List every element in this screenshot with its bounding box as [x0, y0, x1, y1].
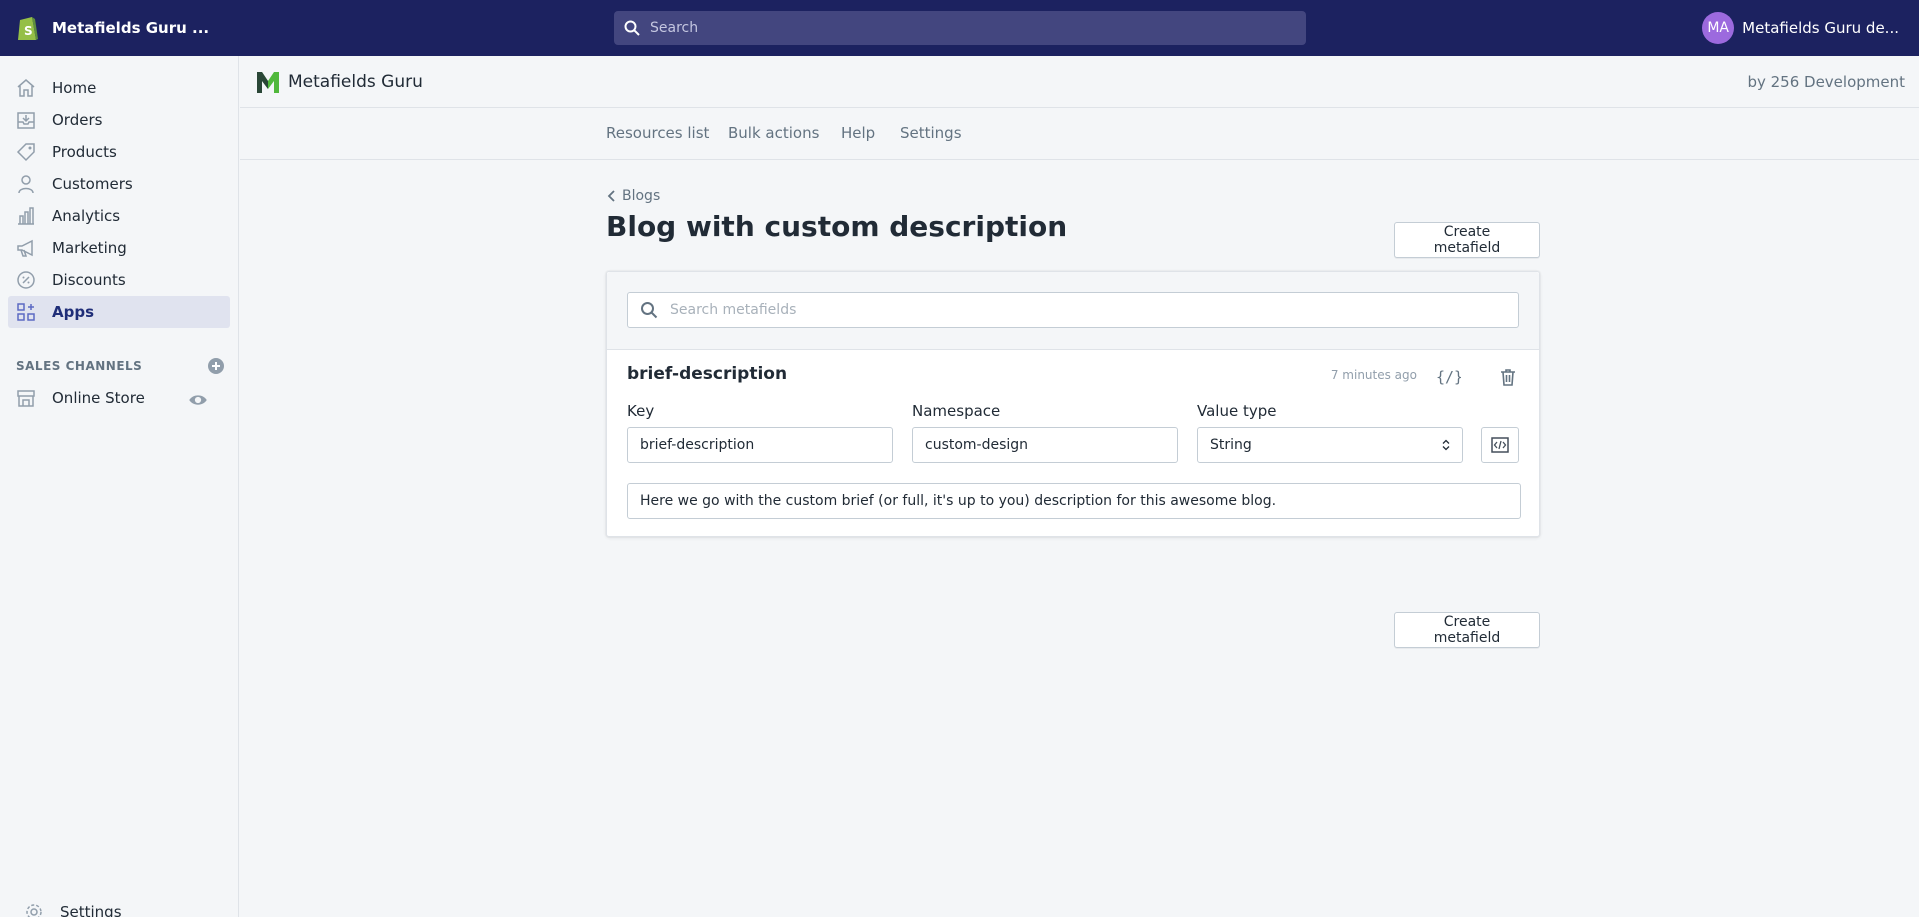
- select-arrows-icon: [1442, 439, 1450, 451]
- tag-icon: [16, 143, 35, 162]
- app-header: Metafields Guru by 256 Development: [240, 56, 1919, 108]
- svg-text:S: S: [24, 24, 33, 38]
- add-channel-icon[interactable]: [208, 358, 224, 374]
- sidebar-item-settings[interactable]: Settings: [16, 896, 239, 917]
- sidebar-item-home[interactable]: Home: [8, 72, 230, 104]
- code-braces-icon: {/}: [1436, 368, 1461, 386]
- sales-channels-heading: SALES CHANNELS: [0, 356, 238, 376]
- metafield-name: brief-description: [627, 364, 788, 384]
- svg-text:{/}: {/}: [1436, 368, 1461, 386]
- search-icon: [641, 302, 658, 319]
- sidebar-item-marketing[interactable]: Marketing: [8, 232, 230, 264]
- sidebar-item-label: Marketing: [52, 239, 127, 257]
- metafield-timestamp: 7 minutes ago: [1330, 368, 1417, 382]
- sidebar-item-label: Products: [52, 143, 117, 161]
- namespace-label: Namespace: [912, 402, 1001, 420]
- avatar: MA: [1702, 12, 1735, 44]
- user-menu[interactable]: MA Metafields Guru de...: [1702, 12, 1899, 44]
- value-type-selected: String: [1210, 437, 1252, 453]
- discount-icon: [17, 271, 35, 289]
- sidebar-item-analytics[interactable]: Analytics: [8, 200, 230, 232]
- trash-icon: [1501, 369, 1515, 386]
- store-name: Metafields Guru ...: [52, 19, 210, 37]
- create-metafield-button-bottom[interactable]: Create metafield: [1394, 612, 1540, 648]
- global-search[interactable]: [614, 11, 1306, 45]
- sales-channels-label: SALES CHANNELS: [16, 359, 143, 373]
- breadcrumb-label: Blogs: [622, 188, 661, 204]
- sidebar-item-products[interactable]: Products: [8, 136, 230, 168]
- tab-settings[interactable]: Settings: [900, 124, 962, 142]
- sidebar-item-label: Online Store: [52, 389, 145, 407]
- metafields-search-box[interactable]: [627, 292, 1519, 328]
- sidebar-item-label: Apps: [52, 303, 95, 321]
- store-switcher[interactable]: S Metafields Guru ...: [0, 14, 240, 42]
- sidebar-item-orders[interactable]: Orders: [8, 104, 230, 136]
- metafields-guru-logo-icon: [257, 71, 279, 93]
- store-icon: [17, 390, 35, 407]
- breadcrumb[interactable]: Blogs: [606, 186, 1540, 206]
- main-content: Metafields Guru by 256 Development Resou…: [240, 56, 1919, 917]
- sidebar-item-apps[interactable]: Apps: [8, 296, 230, 328]
- top-bar: S Metafields Guru ... MA Metafields Guru…: [0, 0, 1919, 56]
- sidebar-item-label: Orders: [52, 111, 103, 129]
- sidebar-item-online-store[interactable]: Online Store: [8, 382, 230, 414]
- app-nav: Resources list Bulk actions Help Setting…: [240, 108, 1919, 160]
- metafields-search: [607, 272, 1539, 350]
- analytics-icon: [18, 207, 34, 225]
- create-metafield-button-top[interactable]: Create metafield: [1394, 222, 1540, 258]
- developer-credit: by 256 Development: [1747, 72, 1905, 91]
- megaphone-icon: [17, 239, 33, 257]
- sidebar-item-discounts[interactable]: Discounts: [8, 264, 230, 296]
- eye-icon[interactable]: [188, 390, 208, 410]
- value-type-label: Value type: [1197, 402, 1277, 420]
- sidebar-item-label: Settings: [60, 903, 122, 917]
- chevron-left-icon: [607, 190, 615, 202]
- global-search-input[interactable]: [650, 20, 1270, 36]
- sidebar-item-label: Home: [52, 79, 97, 97]
- sidebar-item-label: Customers: [52, 175, 133, 193]
- user-name: Metafields Guru de...: [1742, 19, 1899, 37]
- home-icon: [17, 79, 35, 97]
- page-content: Blogs Blog with custom description Creat…: [606, 186, 1540, 648]
- code-editor-icon: [1491, 437, 1509, 453]
- metafield-value-field[interactable]: Here we go with the custom brief (or ful…: [627, 483, 1521, 519]
- key-label: Key: [627, 402, 655, 420]
- gear-icon: [26, 904, 42, 917]
- app-name: Metafields Guru: [288, 71, 423, 92]
- metafields-card: brief-description 7 minutes ago {/} Key …: [606, 271, 1540, 537]
- sidebar-nav: Home Orders Products Customers Analytics…: [0, 56, 238, 328]
- sidebar-item-label: Discounts: [52, 271, 126, 289]
- delete-metafield-button[interactable]: [1495, 364, 1521, 390]
- customer-icon: [18, 175, 34, 194]
- code-view-button[interactable]: {/}: [1435, 364, 1461, 390]
- orders-icon: [17, 112, 35, 129]
- shopify-logo-icon: S: [18, 17, 38, 40]
- tab-resources-list[interactable]: Resources list: [606, 124, 709, 142]
- key-field[interactable]: [627, 427, 893, 463]
- search-icon: [624, 20, 640, 36]
- metafields-search-input[interactable]: [670, 302, 1490, 318]
- tab-help[interactable]: Help: [841, 124, 875, 142]
- sidebar-item-customers[interactable]: Customers: [8, 168, 230, 200]
- apps-icon: [17, 303, 35, 321]
- tab-bulk-actions[interactable]: Bulk actions: [728, 124, 819, 142]
- value-type-select[interactable]: String: [1197, 427, 1463, 463]
- sidebar: Home Orders Products Customers Analytics…: [0, 56, 239, 917]
- code-editor-button[interactable]: [1481, 427, 1519, 463]
- sidebar-item-label: Analytics: [52, 207, 121, 225]
- namespace-field[interactable]: [912, 427, 1178, 463]
